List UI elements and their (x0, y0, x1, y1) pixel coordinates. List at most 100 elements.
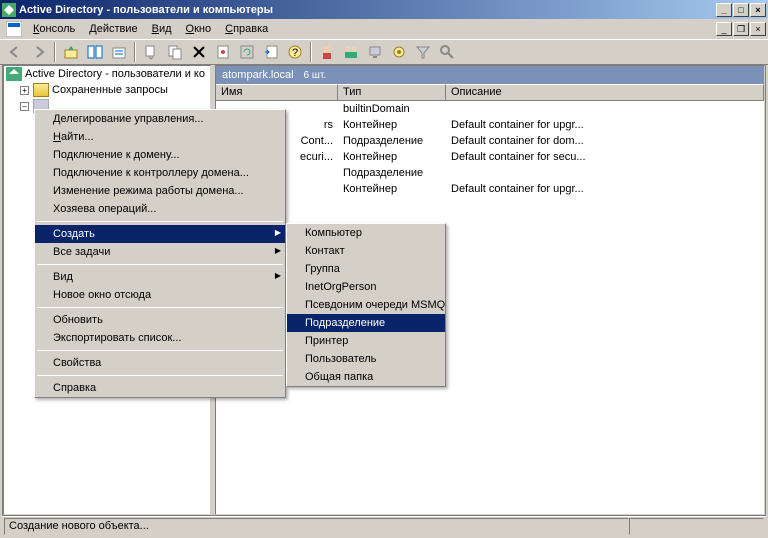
context-menu[interactable]: Делегирование управления...Найти...Подкл… (34, 109, 286, 398)
main-header-count: 6 шт. (304, 70, 327, 81)
ou-button[interactable] (388, 41, 410, 63)
context-submenu-create[interactable]: КомпьютерКонтактГруппаInetOrgPersonПсевд… (286, 223, 446, 387)
context-item[interactable]: Подключение к контроллеру домена... (35, 164, 285, 182)
user-button[interactable] (316, 41, 338, 63)
ad-icon (6, 67, 22, 81)
context-item[interactable]: Экспортировать список... (35, 329, 285, 347)
submenu-item[interactable]: Группа (287, 260, 445, 278)
submenu-item[interactable]: Принтер (287, 332, 445, 350)
tree-saved-queries-label: Сохраненные запросы (52, 84, 168, 96)
cell-type: Контейнер (338, 151, 446, 163)
copy-button[interactable] (164, 41, 186, 63)
folder-icon (33, 83, 49, 97)
context-item[interactable]: Все задачи (35, 243, 285, 261)
menu-view[interactable]: Вид (145, 21, 179, 37)
submenu-item[interactable]: InetOrgPerson (287, 278, 445, 296)
status-text: Создание нового объекта... (4, 518, 629, 535)
context-item[interactable]: Подключение к домену... (35, 146, 285, 164)
props-button[interactable] (212, 41, 234, 63)
context-item[interactable]: Найти... (35, 128, 285, 146)
console-icon (6, 21, 22, 37)
app-icon (2, 3, 16, 17)
cell-desc: Default container for dom... (446, 135, 764, 147)
export-button[interactable] (260, 41, 282, 63)
properties-button[interactable] (108, 41, 130, 63)
status-bar: Создание нового объекта... (2, 516, 766, 536)
context-item[interactable]: Создать (35, 225, 285, 243)
context-separator (37, 264, 283, 265)
context-separator (37, 375, 283, 376)
submenu-item[interactable]: Общая папка (287, 368, 445, 386)
main-header-title: atompark.local (222, 69, 294, 81)
list-row[interactable]: ecuri...КонтейнерDefault container for s… (216, 149, 764, 165)
col-type[interactable]: Тип (338, 84, 446, 100)
list-row[interactable]: КонтейнерDefault container for upgr... (216, 181, 764, 197)
mdi-close-button[interactable]: × (750, 22, 766, 36)
col-name[interactable]: Имя (216, 84, 338, 100)
cell-desc: Default container for secu... (446, 151, 764, 163)
cell-desc: Default container for upgr... (446, 119, 764, 131)
toolbar-separator (134, 42, 136, 62)
toolbar-separator (310, 42, 312, 62)
svg-text:?: ? (292, 47, 298, 59)
col-desc[interactable]: Описание (446, 84, 764, 100)
expand-icon[interactable]: + (20, 86, 29, 95)
submenu-item[interactable]: Подразделение (287, 314, 445, 332)
menu-bar: Консоль Действие Вид Окно Справка _ ❐ × (0, 19, 768, 39)
list-row[interactable]: Cont...ПодразделениеDefault container fo… (216, 133, 764, 149)
maximize-button[interactable]: □ (733, 3, 749, 17)
context-item[interactable]: Изменение режима работы домена... (35, 182, 285, 200)
mdi-restore-button[interactable]: ❐ (733, 22, 749, 36)
cut-button[interactable] (140, 41, 162, 63)
submenu-item[interactable]: Пользователь (287, 350, 445, 368)
submenu-item[interactable]: Псевдоним очереди MSMQ (287, 296, 445, 314)
minimize-button[interactable]: _ (716, 3, 732, 17)
context-item[interactable]: Обновить (35, 311, 285, 329)
help-button[interactable]: ? (284, 41, 306, 63)
title-bar: Active Directory - пользователи и компью… (0, 0, 768, 19)
menu-console[interactable]: Консоль (26, 21, 82, 37)
window-controls: _ □ × (716, 3, 766, 17)
close-button[interactable]: × (750, 3, 766, 17)
tree-saved-queries[interactable]: + Сохраненные запросы (4, 82, 210, 98)
toolbar-separator (54, 42, 56, 62)
show-hide-button[interactable] (84, 41, 106, 63)
list-row[interactable]: builtinDomain (216, 101, 764, 117)
menu-window[interactable]: Окно (179, 21, 219, 37)
tree-root-label: Active Directory - пользователи и ко (25, 68, 205, 80)
tree-root[interactable]: Active Directory - пользователи и ко (4, 66, 210, 82)
status-cell-2 (629, 518, 764, 535)
cell-desc: Default container for upgr... (446, 183, 764, 195)
main-header: atompark.local 6 шт. (216, 66, 764, 84)
context-item[interactable]: Делегирование управления... (35, 110, 285, 128)
list-row[interactable]: rsКонтейнерDefault container for upgr... (216, 117, 764, 133)
expand-icon[interactable]: – (20, 102, 29, 111)
delete-button[interactable] (188, 41, 210, 63)
list-row[interactable]: Подразделение (216, 165, 764, 181)
refresh-button[interactable] (236, 41, 258, 63)
context-item[interactable]: Свойства (35, 354, 285, 372)
forward-button[interactable] (28, 41, 50, 63)
mdi-minimize-button[interactable]: _ (716, 22, 732, 36)
context-item[interactable]: Хозяева операций... (35, 200, 285, 218)
context-item[interactable]: Справка (35, 379, 285, 397)
submenu-item[interactable]: Контакт (287, 242, 445, 260)
back-button[interactable] (4, 41, 26, 63)
toolbar: ? (0, 39, 768, 65)
cell-type: Контейнер (338, 119, 446, 131)
filter-button[interactable] (412, 41, 434, 63)
menu-help[interactable]: Справка (218, 21, 275, 37)
list-header: Имя Тип Описание (216, 84, 764, 101)
computer-button[interactable] (364, 41, 386, 63)
group-button[interactable] (340, 41, 362, 63)
context-item[interactable]: Новое окно отсюда (35, 286, 285, 304)
cell-type: Подразделение (338, 167, 446, 179)
find-button[interactable] (436, 41, 458, 63)
up-button[interactable] (60, 41, 82, 63)
submenu-item[interactable]: Компьютер (287, 224, 445, 242)
menu-action[interactable]: Действие (82, 21, 144, 37)
context-item[interactable]: Вид (35, 268, 285, 286)
window-title: Active Directory - пользователи и компью… (19, 4, 716, 16)
cell-type: Контейнер (338, 183, 446, 195)
context-separator (37, 221, 283, 222)
